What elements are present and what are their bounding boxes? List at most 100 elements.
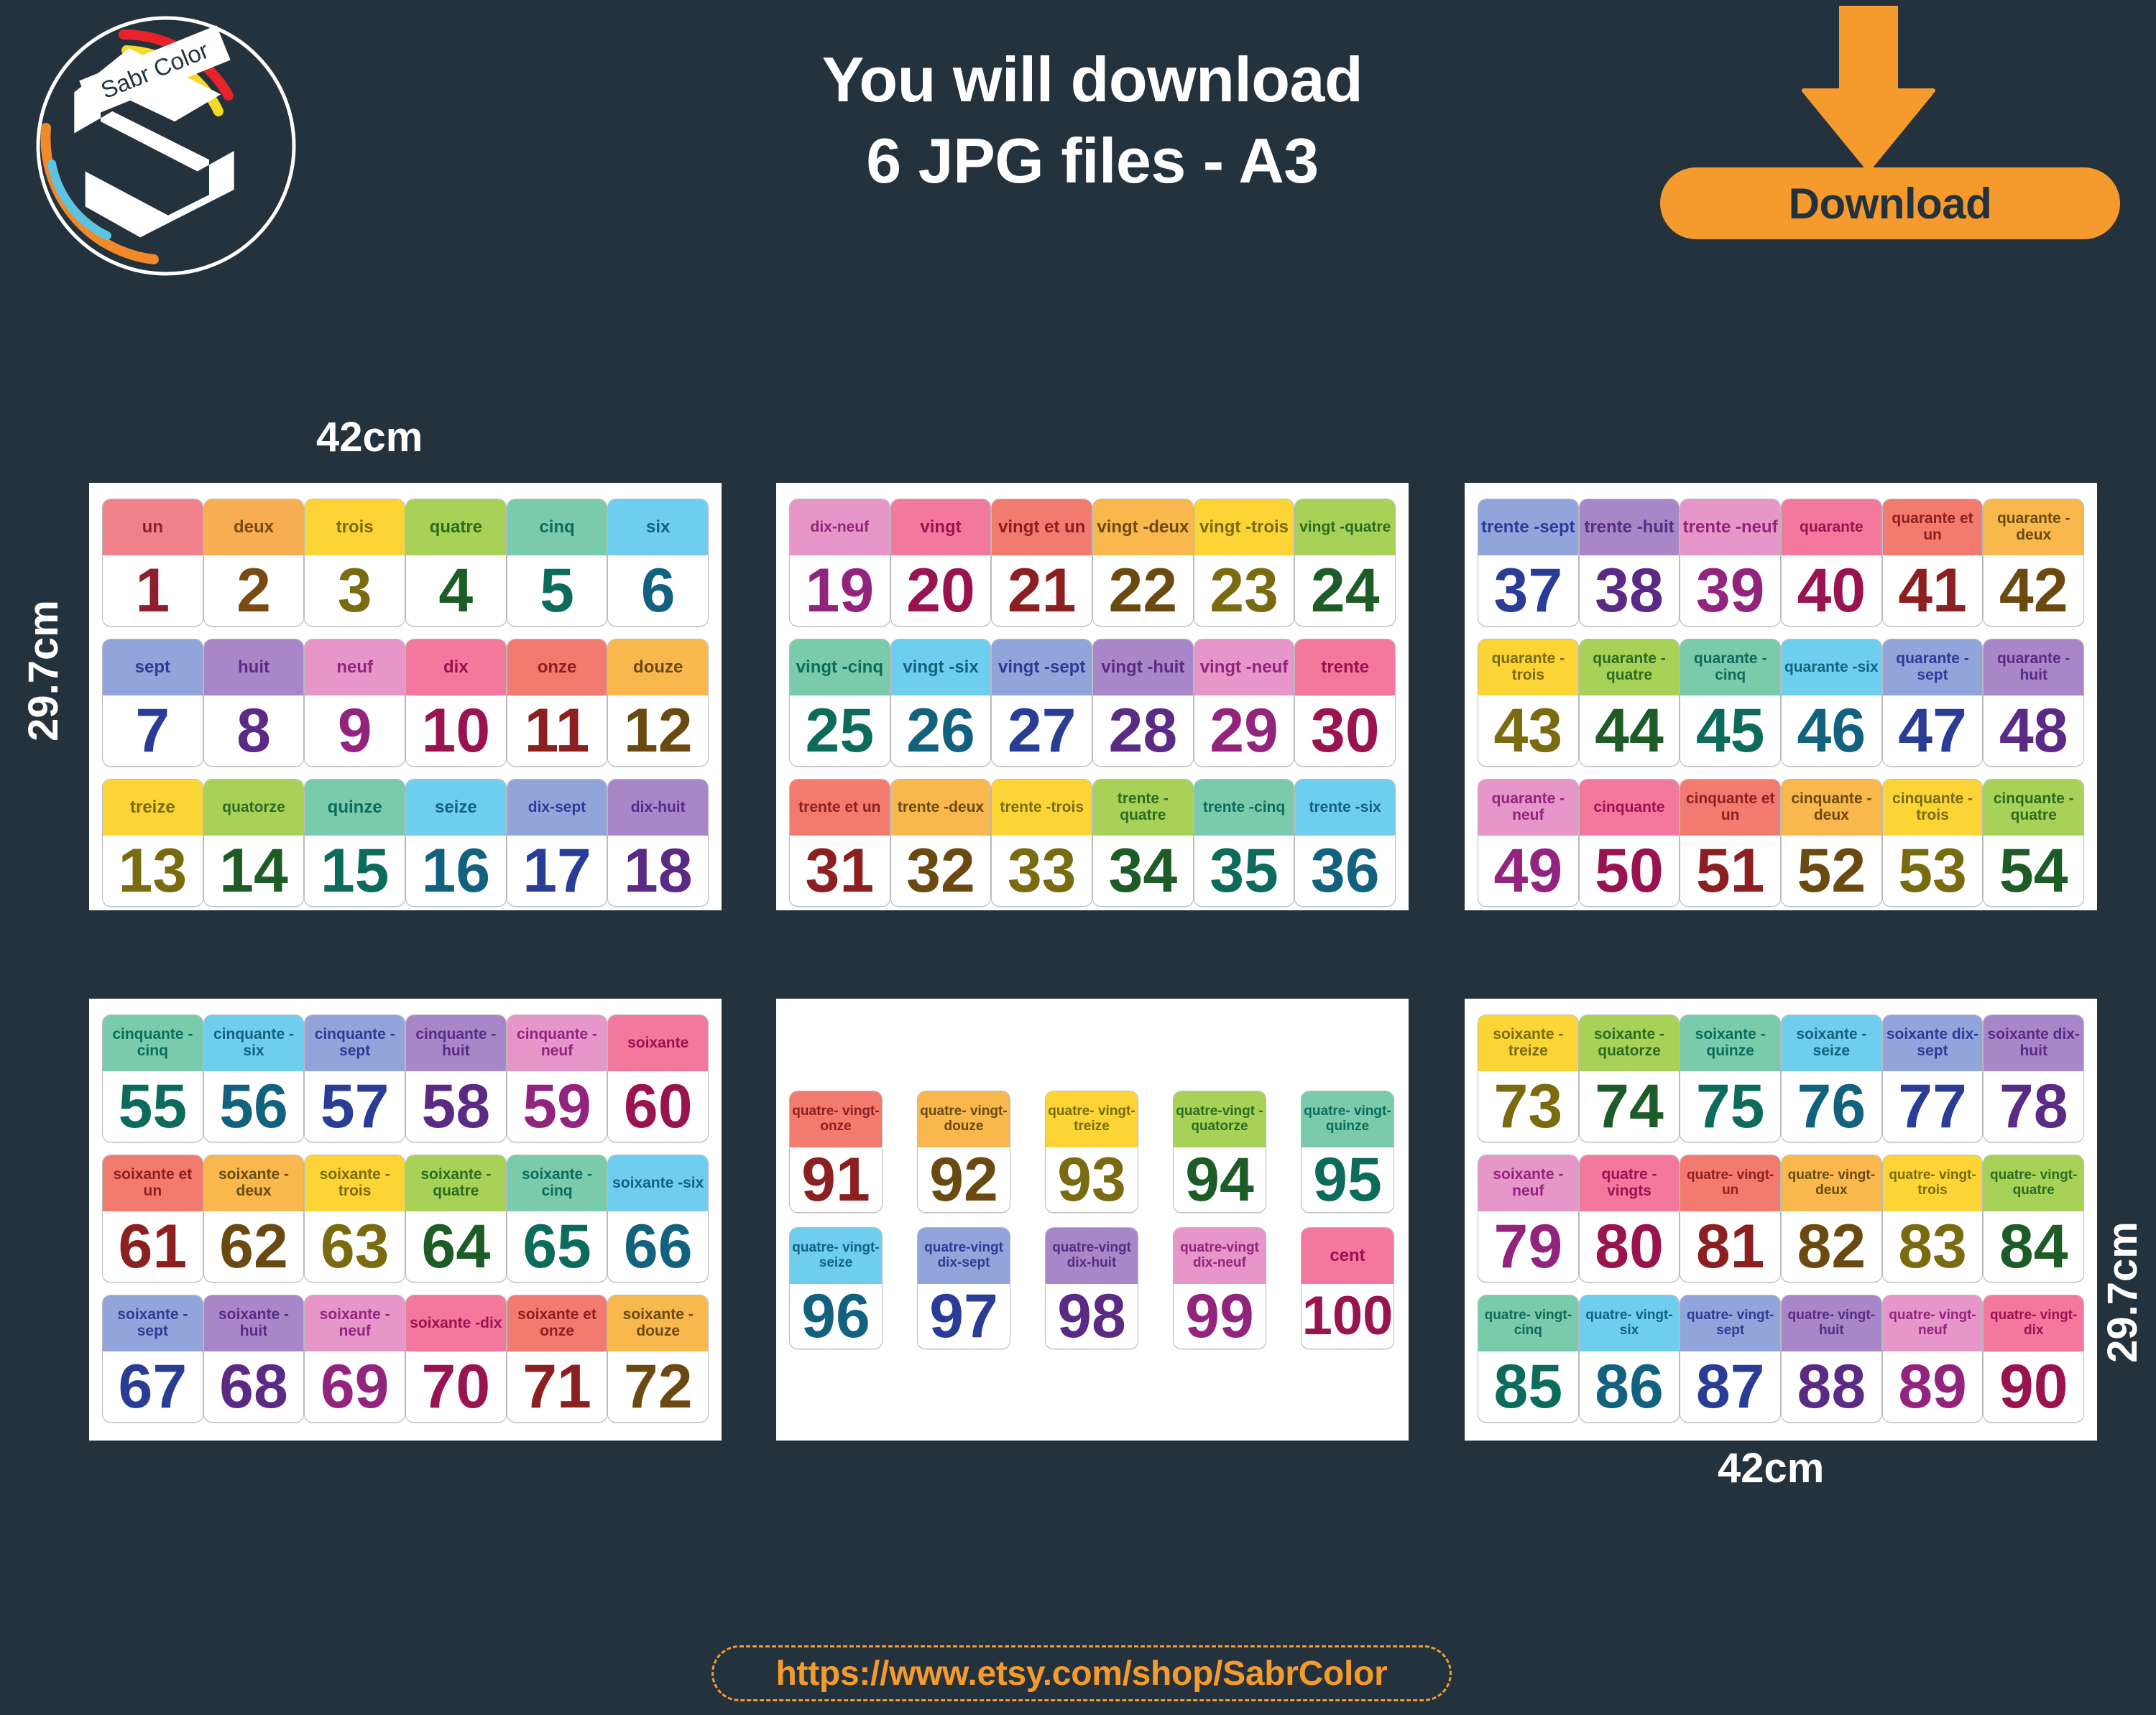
number-card[interactable]: soixante -dix 70	[405, 1295, 507, 1423]
number-card[interactable]: soixante -seize 76	[1781, 1014, 1882, 1142]
number-card[interactable]: quatre- vingt-trois 83	[1881, 1155, 1984, 1282]
number-card[interactable]: quatre- vingt-un 81	[1680, 1155, 1782, 1282]
number-card[interactable]: cinq 5	[506, 499, 608, 627]
number-card[interactable]: quarante -quatre 44	[1578, 639, 1680, 767]
number-card[interactable]: quatre- vingt-quinze 95	[1301, 1091, 1394, 1213]
number-card[interactable]: dix-huit 18	[607, 779, 709, 907]
number-card[interactable]: vingt -neuf 29	[1193, 639, 1295, 767]
number-card[interactable]: vingt -huit 28	[1092, 639, 1194, 767]
number-card[interactable]: onze 11	[506, 639, 608, 767]
number-card[interactable]: trente et un 31	[789, 779, 890, 907]
number-card[interactable]: quatre- vingt-onze 91	[789, 1091, 883, 1213]
number-card[interactable]: dix 10	[405, 639, 507, 767]
number-card[interactable]: quarante -huit 48	[1983, 639, 2085, 767]
number-card[interactable]: quatre- vingt-six 86	[1578, 1295, 1680, 1423]
number-card[interactable]: trente -cinq 35	[1193, 779, 1295, 907]
number-card[interactable]: cent 100	[1301, 1227, 1394, 1349]
number-card[interactable]: vingt -quatre 24	[1294, 499, 1396, 627]
number-card[interactable]: quatre- vingt-quatre 84	[1983, 1155, 2085, 1282]
number-card[interactable]: quatre- vingt-treize 93	[1045, 1091, 1138, 1213]
number-card[interactable]: soixante -cinq 65	[506, 1155, 608, 1282]
number-card[interactable]: trente -huit 38	[1578, 499, 1680, 627]
number-card[interactable]: vingt 20	[890, 499, 992, 627]
number-card[interactable]: cinquante -deux 52	[1781, 779, 1882, 907]
number-card[interactable]: quarante -neuf 49	[1478, 779, 1579, 907]
number-card[interactable]: dix-neuf 19	[789, 499, 890, 627]
number-card[interactable]: quarante -trois 43	[1478, 639, 1579, 767]
number-card[interactable]: soixante -neuf 79	[1478, 1155, 1579, 1282]
number-card[interactable]: quatre- vingt-dix 90	[1983, 1295, 2085, 1423]
number-card[interactable]: quarante -six 46	[1781, 639, 1882, 767]
number-card[interactable]: trente -quatre 34	[1092, 779, 1194, 907]
number-card[interactable]: douze 12	[607, 639, 709, 767]
number-card[interactable]: quatre- vingt-sept 87	[1680, 1295, 1782, 1423]
number-card[interactable]: soixante -deux 62	[203, 1155, 305, 1282]
number-card[interactable]: cinquante 50	[1578, 779, 1680, 907]
number-card[interactable]: quinze 15	[304, 779, 406, 907]
number-card[interactable]: soixante 60	[607, 1014, 709, 1142]
shop-url[interactable]: https://www.etsy.com/shop/SabrColor	[711, 1645, 1452, 1701]
number-card[interactable]: un 1	[102, 499, 203, 627]
number-card[interactable]: quatre-vingt dix-sept 97	[917, 1227, 1010, 1349]
number-card[interactable]: vingt -sept 27	[991, 639, 1093, 767]
number-card[interactable]: six 6	[607, 499, 709, 627]
number-card[interactable]: trente -neuf 39	[1680, 499, 1782, 627]
number-card[interactable]: soixante -quinze 75	[1680, 1014, 1782, 1142]
number-card[interactable]: vingt -trois 23	[1193, 499, 1295, 627]
number-card[interactable]: quatre- vingt-douze 92	[917, 1091, 1010, 1213]
number-card[interactable]: quatre- vingt-huit 88	[1781, 1295, 1882, 1423]
number-card[interactable]: soixante dix-sept 77	[1881, 1014, 1984, 1142]
number-card[interactable]: cinquante -huit 58	[405, 1014, 507, 1142]
number-card[interactable]: trente -trois 33	[991, 779, 1093, 907]
number-card[interactable]: cinquante -sept 57	[304, 1014, 406, 1142]
number-card[interactable]: soixante -six 66	[607, 1155, 709, 1282]
number-card[interactable]: trente -deux 32	[890, 779, 992, 907]
number-card[interactable]: quatre- vingt-neuf 89	[1881, 1295, 1984, 1423]
number-card[interactable]: soixante -trois 63	[304, 1155, 406, 1282]
number-card[interactable]: cinquante -neuf 59	[506, 1014, 608, 1142]
number-card[interactable]: quatre -vingts 80	[1578, 1155, 1680, 1282]
number-card[interactable]: treize 13	[102, 779, 203, 907]
number-card[interactable]: quarante 40	[1781, 499, 1882, 627]
number-card[interactable]: cinquante -trois 53	[1881, 779, 1984, 907]
number-card[interactable]: quarante -cinq 45	[1680, 639, 1782, 767]
number-card[interactable]: neuf 9	[304, 639, 406, 767]
number-card[interactable]: trente -six 36	[1294, 779, 1396, 907]
number-card[interactable]: soixante -quatorze 74	[1578, 1014, 1680, 1142]
number-card[interactable]: trente -sept 37	[1478, 499, 1579, 627]
number-card[interactable]: cinquante -quatre 54	[1983, 779, 2085, 907]
number-card[interactable]: quatre-vingt dix-huit 98	[1045, 1227, 1138, 1349]
number-card[interactable]: quatre 4	[405, 499, 507, 627]
number-card[interactable]: vingt -deux 22	[1092, 499, 1194, 627]
number-card[interactable]: vingt et un 21	[991, 499, 1093, 627]
number-card[interactable]: quarante -deux 42	[1983, 499, 2085, 627]
number-card[interactable]: soixante -quatre 64	[405, 1155, 507, 1282]
download-button[interactable]: Download	[1660, 167, 2120, 239]
number-card[interactable]: vingt -six 26	[890, 639, 992, 767]
number-card[interactable]: soixante dix-huit 78	[1983, 1014, 2085, 1142]
number-card[interactable]: huit 8	[203, 639, 305, 767]
number-card[interactable]: sept 7	[102, 639, 203, 767]
number-card[interactable]: soixante -douze 72	[607, 1295, 709, 1423]
number-card[interactable]: quatre- vingt-deux 82	[1781, 1155, 1882, 1282]
number-card[interactable]: trois 3	[304, 499, 406, 627]
number-card[interactable]: dix-sept 17	[506, 779, 608, 907]
number-card[interactable]: soixante et onze 71	[506, 1295, 608, 1423]
number-card[interactable]: quatorze 14	[203, 779, 305, 907]
number-card[interactable]: quatre- vingt-cinq 85	[1478, 1295, 1579, 1423]
number-card[interactable]: cinquante et un 51	[1680, 779, 1782, 907]
number-card[interactable]: vingt -cinq 25	[789, 639, 890, 767]
number-card[interactable]: trente 30	[1294, 639, 1396, 767]
number-card[interactable]: quarante -sept 47	[1881, 639, 1984, 767]
number-card[interactable]: quarante et un 41	[1881, 499, 1984, 627]
number-card[interactable]: soixante et un 61	[102, 1155, 203, 1282]
number-card[interactable]: soixante -neuf 69	[304, 1295, 406, 1423]
number-card[interactable]: quatre-vingt dix-neuf 99	[1173, 1227, 1266, 1349]
number-card[interactable]: cinquante -cinq 55	[102, 1014, 203, 1142]
number-card[interactable]: soixante -treize 73	[1478, 1014, 1579, 1142]
number-card[interactable]: seize 16	[405, 779, 507, 907]
number-card[interactable]: quatre- vingt-seize 96	[789, 1227, 883, 1349]
number-card[interactable]: deux 2	[203, 499, 305, 627]
number-card[interactable]: soixante -sept 67	[102, 1295, 203, 1423]
number-card[interactable]: cinquante -six 56	[203, 1014, 305, 1142]
